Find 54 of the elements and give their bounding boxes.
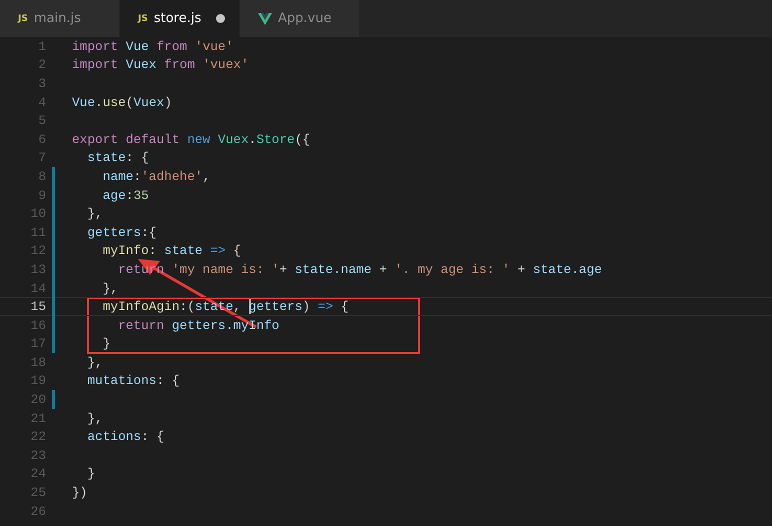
code-line: Vue.use(Vuex): [72, 94, 172, 110]
line-number: 20: [30, 392, 46, 408]
line-number: 3: [37, 76, 46, 91]
line-number: 5: [37, 113, 46, 128]
code-line: getters:{: [86, 224, 156, 240]
code-line: },: [86, 206, 103, 222]
code-line: import Vuex from 'vuex': [72, 57, 249, 72]
line-number: 22: [30, 429, 46, 444]
tab-label: main.js: [34, 11, 82, 26]
code-line: import Vue from 'vue': [72, 38, 234, 54]
code-line: },: [86, 354, 103, 370]
editor-tab[interactable]: JS main.js: [0, 0, 120, 37]
line-number: 11: [30, 224, 46, 240]
code-line: },: [102, 280, 118, 296]
line-number: 4: [37, 94, 46, 110]
editor-tab[interactable]: JS store.js: [120, 0, 240, 37]
line-number: 24: [30, 466, 46, 482]
code-line: mutations: {: [86, 373, 180, 388]
js-file-icon: JS: [18, 14, 28, 24]
code-line: age:35: [102, 188, 149, 203]
line-number: 7: [37, 150, 46, 166]
line-number: 8: [37, 168, 46, 184]
code-line: myInfo: state => {: [102, 243, 241, 258]
tab-label: store.js: [154, 11, 202, 26]
line-number: 12: [30, 243, 46, 258]
line-number: 16: [30, 318, 46, 333]
line-number: 2: [37, 57, 46, 72]
code-line: }): [72, 485, 88, 500]
code-line: name:'adhehe',: [102, 168, 210, 184]
line-number: 21: [30, 410, 46, 426]
line-number: 6: [37, 132, 46, 147]
line-number: 10: [30, 206, 46, 222]
code-line: }: [102, 336, 110, 352]
editor-tab[interactable]: App.vue: [240, 0, 360, 37]
code-line: export default new Vuex.Store({: [72, 132, 310, 147]
line-number: 13: [30, 262, 46, 277]
line-number: 26: [30, 504, 46, 519]
vue-logo-icon: [258, 12, 272, 24]
code-line: state: {: [86, 150, 149, 166]
code-line: }: [86, 466, 96, 482]
line-number: 25: [30, 485, 46, 500]
line-number: 18: [30, 354, 46, 370]
line-number: 14: [30, 280, 46, 296]
line-number: 19: [30, 373, 46, 388]
code-line: actions: {: [86, 429, 164, 444]
line-number: 15: [30, 299, 46, 314]
line-number: 9: [37, 188, 46, 203]
tab-label: App.vue: [278, 11, 332, 26]
line-number: 1: [37, 38, 46, 54]
line-number: 23: [30, 448, 46, 463]
code-line: return getters.myInfo: [117, 318, 280, 333]
line-number: 17: [30, 336, 46, 352]
code-line: },: [86, 410, 103, 426]
js-file-icon: JS: [138, 14, 148, 24]
